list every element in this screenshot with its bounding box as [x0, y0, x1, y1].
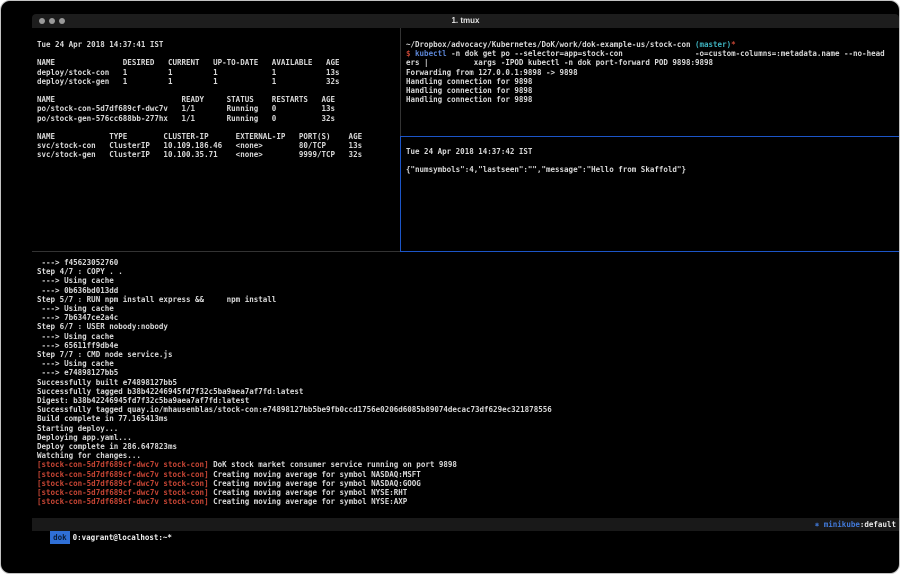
terminal-line: Deploying app.yaml... — [37, 433, 897, 442]
terminal-line: [stock-con-5d7df689cf-dwc7v stock-con] C… — [37, 497, 897, 506]
k8s-context-label: minikube — [819, 520, 860, 529]
terminal-line: Successfully built e74898127bb5 — [37, 378, 897, 387]
terminal-line: Digest: b38b42246945fd7f32c5ba9aea7af7fd… — [37, 396, 897, 405]
terminal-line — [37, 86, 397, 95]
zoom-button[interactable] — [59, 18, 65, 24]
terminal-line: ---> Using cache — [37, 359, 897, 368]
terminal-line: Watching for changes... — [37, 451, 897, 460]
terminal-line: Step 7/7 : CMD node service.js — [37, 350, 897, 359]
terminal-line: Handling connection for 9898 — [406, 77, 897, 86]
terminal-line: Forwarding from 127.0.0.1:9898 -> 9898 — [406, 68, 897, 77]
terminal-line: ---> 65611ff9db4e — [37, 341, 897, 350]
pane-skaffold-build[interactable]: ---> f45623052760Step 4/7 : COPY . . ---… — [37, 258, 897, 506]
session-name-badge: dok — [50, 531, 70, 544]
terminal-line: Deploy complete in 286.647823ms — [37, 442, 897, 451]
terminal-line: ---> Using cache — [37, 304, 897, 313]
terminal-line: Step 4/7 : COPY . . — [37, 267, 897, 276]
minimize-button[interactable] — [49, 18, 55, 24]
terminal-line: Handling connection for 9898 — [406, 95, 897, 104]
terminal-line: po/stock-con-5d7df689cf-dwc7v 1/1 Runnin… — [37, 104, 397, 113]
terminal-line: [stock-con-5d7df689cf-dwc7v stock-con] C… — [37, 470, 897, 479]
terminal-line — [37, 49, 397, 58]
terminal-line: ---> f45623052760 — [37, 258, 897, 267]
terminal-line: Build complete in 77.165413ms — [37, 414, 897, 423]
terminal-line: Step 6/7 : USER nobody:nobody — [37, 322, 897, 331]
terminal-line — [406, 156, 897, 165]
pane-port-forward[interactable]: ~/Dropbox/advocacy/Kubernetes/DoK/work/d… — [406, 40, 897, 104]
terminal-line: ~/Dropbox/advocacy/Kubernetes/DoK/work/d… — [406, 40, 897, 49]
status-window-label[interactable]: 0:vagrant@localhost:~* — [73, 533, 172, 542]
tmux-session-area: Tue 24 Apr 2018 14:37:41 IST NAME DESIRED… — [32, 28, 899, 518]
terminal-line: svc/stock-con ClusterIP 10.109.186.46 <n… — [37, 141, 397, 150]
terminal-line: ---> Using cache — [37, 332, 897, 341]
terminal-line: Handling connection for 9898 — [406, 86, 897, 95]
terminal-line: NAME DESIRED CURRENT UP-TO-DATE AVAILABL… — [37, 58, 397, 67]
terminal-line — [37, 123, 397, 132]
tmux-status-bar: dok0:vagrant@localhost:~* ⎈ minikube:def… — [32, 518, 899, 531]
terminal-line: svc/stock-gen ClusterIP 10.100.35.71 <no… — [37, 150, 397, 159]
terminal-window: 1. tmux Tue 24 Apr 2018 14:37:41 IST NAME… — [0, 0, 900, 574]
terminal-line: Tue 24 Apr 2018 14:37:42 IST — [406, 147, 897, 156]
status-right-section: ⎈ minikube:default — [815, 518, 896, 531]
pane-divider-bottom-inactive[interactable] — [32, 251, 400, 252]
terminal-line: $ kubectl -n dok get po --selector=app=s… — [406, 49, 897, 58]
terminal-line: Starting deploy... — [37, 424, 897, 433]
terminal-line: [stock-con-5d7df689cf-dwc7v stock-con] C… — [37, 479, 897, 488]
terminal-line: Step 5/7 : RUN npm install express && np… — [37, 295, 897, 304]
pane-divider-vertical-active[interactable] — [400, 136, 401, 251]
terminal-line: ---> 7b6347ce2a4c — [37, 313, 897, 322]
terminal-line: ers | xargs -IPOD kubectl -n dok port-fo… — [406, 58, 897, 67]
terminal-line: Successfully tagged quay.io/mhausenblas/… — [37, 405, 897, 414]
pane-consumer-output[interactable]: Tue 24 Apr 2018 14:37:42 IST {"numsymbols… — [406, 147, 897, 175]
terminal-line: NAME READY STATUS RESTARTS AGE — [37, 95, 397, 104]
terminal-line: Tue 24 Apr 2018 14:37:41 IST — [37, 40, 397, 49]
terminal-line: ---> e74898127bb5 — [37, 368, 897, 377]
terminal-line: [stock-con-5d7df689cf-dwc7v stock-con] D… — [37, 460, 897, 469]
pane-divider-vertical-inactive[interactable] — [400, 28, 401, 136]
terminal-line: deploy/stock-gen 1 1 1 1 32s — [37, 77, 397, 86]
terminal-line: ---> Using cache — [37, 276, 897, 285]
pane-divider-horizontal-active[interactable] — [400, 136, 899, 137]
k8s-namespace-label: :default — [860, 520, 896, 529]
terminal-line: {"numsymbols":4,"lastseen":"","message":… — [406, 165, 897, 174]
terminal-line: po/stock-gen-576cc688bb-277hx 1/1 Runnin… — [37, 114, 397, 123]
pane-kubectl-watch[interactable]: Tue 24 Apr 2018 14:37:41 IST NAME DESIRED… — [37, 40, 397, 160]
terminal-line: ---> 0b636bd013dd — [37, 286, 897, 295]
close-button[interactable] — [39, 18, 45, 24]
terminal-line: NAME TYPE CLUSTER-IP EXTERNAL-IP PORT(S)… — [37, 132, 397, 141]
window-titlebar: 1. tmux — [32, 14, 899, 28]
terminal-line: deploy/stock-con 1 1 1 1 13s — [37, 68, 397, 77]
window-controls — [39, 18, 65, 24]
pane-divider-bottom-active[interactable] — [400, 251, 899, 252]
window-title: 1. tmux — [32, 14, 899, 28]
terminal-line: [stock-con-5d7df689cf-dwc7v stock-con] C… — [37, 488, 897, 497]
terminal-line: Successfully tagged b38b42246945fd7f32c5… — [37, 387, 897, 396]
